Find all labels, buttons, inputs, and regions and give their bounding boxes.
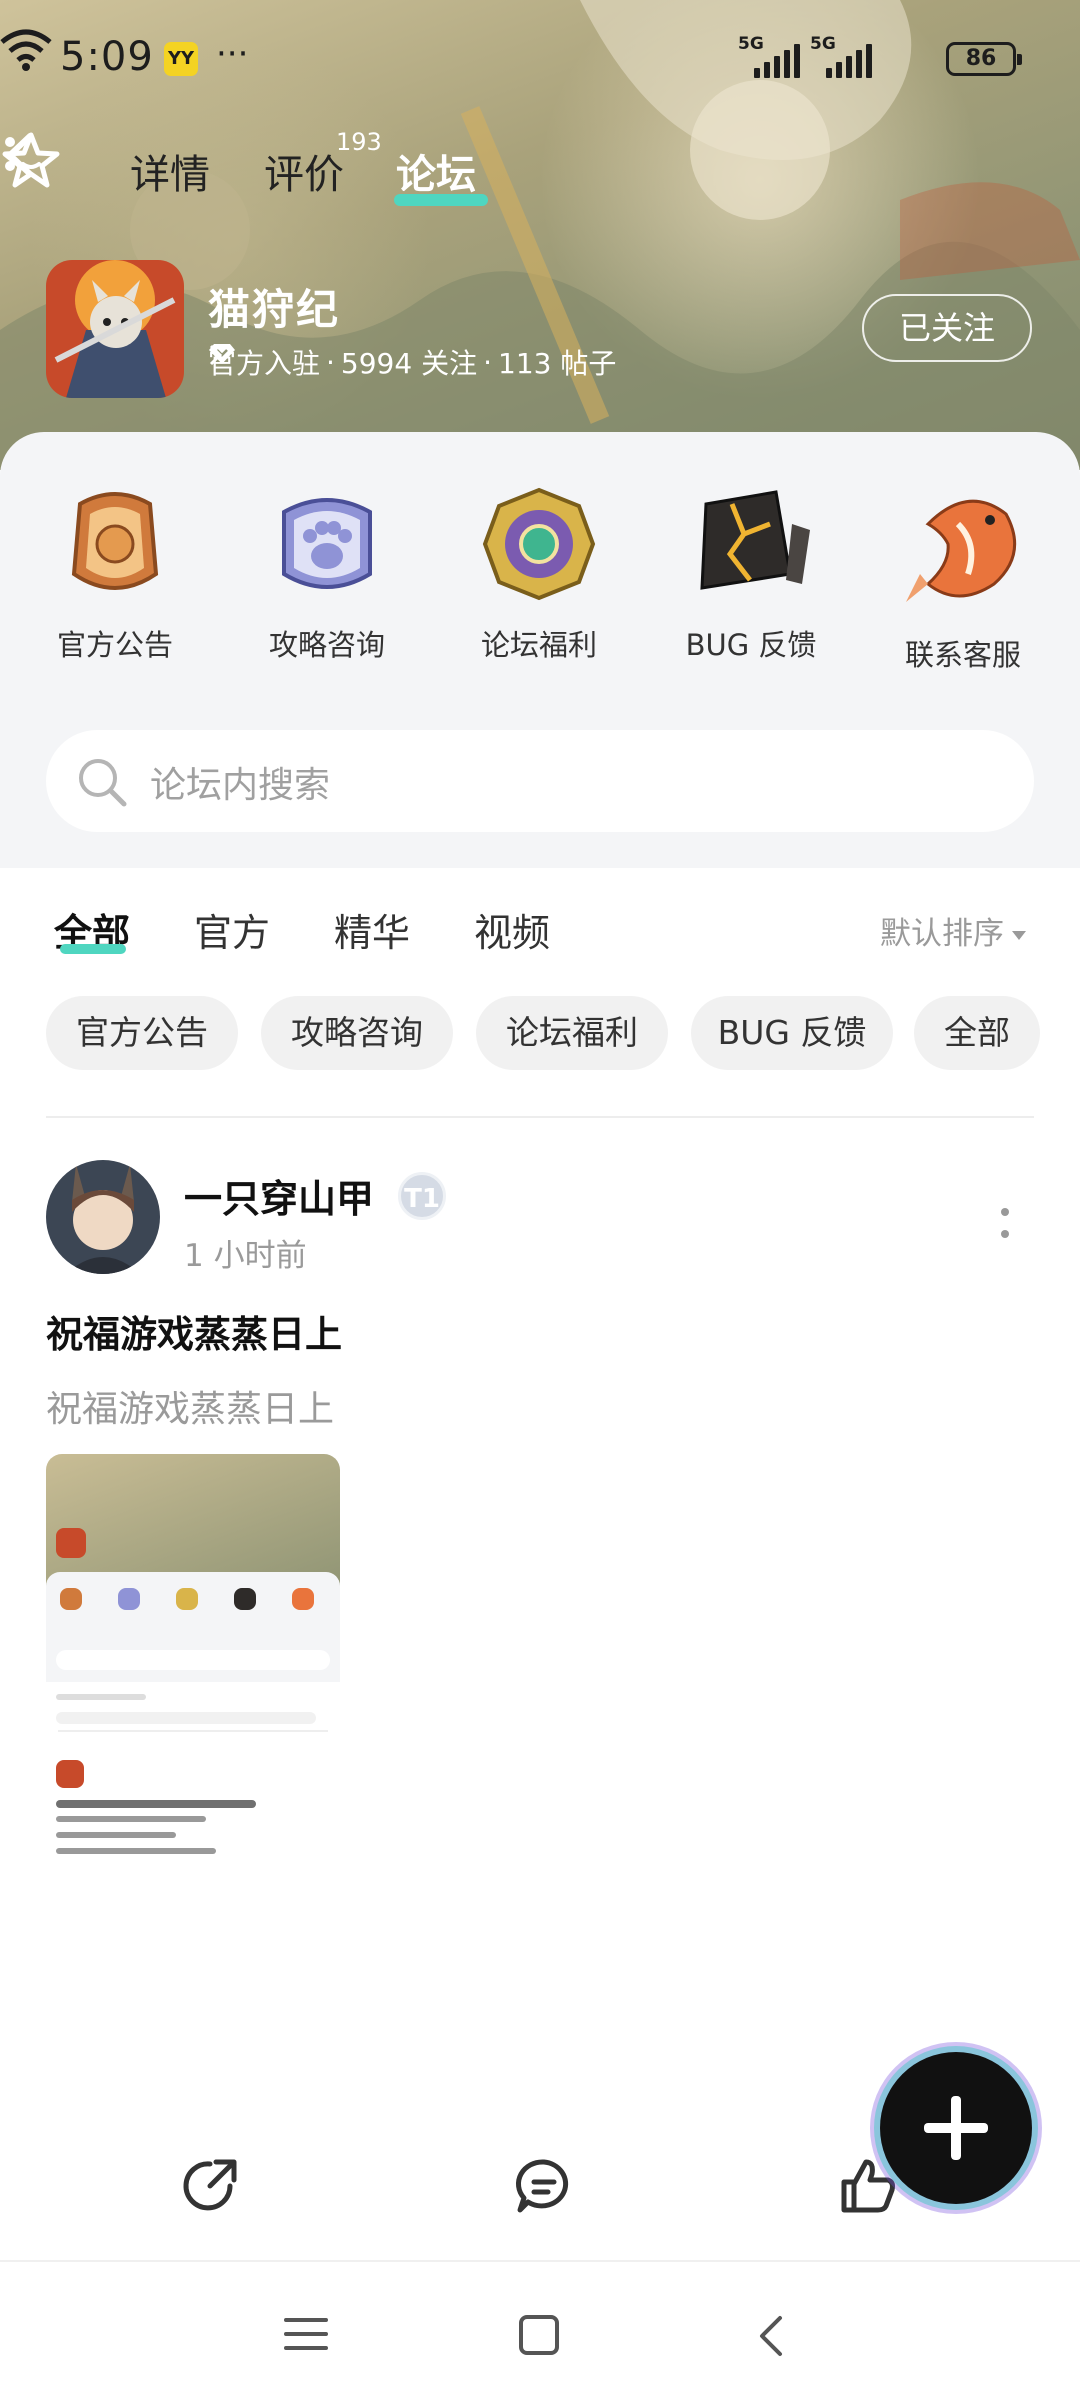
shortcut-benefits[interactable]: 论坛福利 <box>454 484 624 664</box>
content-filter-tabs: 全部 官方 精华 视频 默认排序 <box>0 868 1080 978</box>
battery-indicator: 86 <box>946 42 1022 76</box>
section-divider <box>46 1116 1034 1118</box>
forum-search-bar[interactable]: 论坛内搜索 <box>46 730 1034 832</box>
post-image-thumbnail[interactable] <box>46 1454 340 1866</box>
game-header-banner: 5:09 YY ··· 5G 5G 86 详情 评价 193 论坛 猫狩纪 官方… <box>0 0 1080 470</box>
chevron-right-icon <box>209 344 223 366</box>
tab-official[interactable]: 官方 <box>194 902 270 957</box>
post-body[interactable]: 祝福游戏蒸蒸日上 <box>46 1380 334 1432</box>
paw-badge-icon <box>282 498 372 589</box>
search-placeholder: 论坛内搜索 <box>150 765 331 806</box>
announcement-badge-icon <box>71 492 159 590</box>
reviews-count: 193 <box>336 128 382 156</box>
cracked-stone-icon <box>700 490 810 590</box>
shortcut-customer-service[interactable]: 联系客服 <box>878 484 1048 674</box>
active-tab-indicator <box>394 194 488 206</box>
followers-count: 5994 关注 <box>340 347 478 380</box>
tab-video[interactable]: 视频 <box>474 902 550 957</box>
posts-count[interactable]: 113 帖子 <box>498 342 616 382</box>
wifi-icon <box>0 29 52 71</box>
signal-5g-icon-2: 5G <box>810 34 872 80</box>
category-chips: 官方公告 攻略咨询 论坛福利 BUG 反馈 全部 <box>46 996 1080 1070</box>
gem-medal-icon <box>482 487 596 601</box>
home-square-icon[interactable] <box>518 2314 560 2356</box>
tab-featured[interactable]: 精华 <box>334 902 410 957</box>
signal-5g-icon: 5G <box>738 34 800 80</box>
status-bar: 5:09 YY ··· 5G 5G 86 <box>0 28 1080 92</box>
more-options-icon[interactable] <box>0 130 20 180</box>
post-author-name[interactable]: 一只穿山甲 <box>184 1168 374 1223</box>
post-time: 1 小时前 <box>184 1238 307 1274</box>
game-title: 猫狩纪 <box>208 285 341 334</box>
chip-all[interactable]: 全部 <box>914 996 1040 1070</box>
back-triangle-icon[interactable] <box>756 2314 786 2358</box>
shortcut-bug-report[interactable]: BUG 反馈 <box>666 484 836 664</box>
menu-icon[interactable] <box>284 2314 328 2354</box>
post-more-icon[interactable] <box>998 1204 1012 1244</box>
tab-forum[interactable]: 论坛 <box>396 142 476 200</box>
game-stats: 官方入驻 · 5994 关注 · 113 帖子 <box>208 342 616 382</box>
search-icon <box>79 759 127 807</box>
post-title[interactable]: 祝福游戏蒸蒸日上 <box>46 1304 342 1358</box>
new-post-button[interactable] <box>880 2052 1032 2204</box>
system-navigation-bar <box>0 2260 1080 2401</box>
share-icon[interactable] <box>180 2156 240 2216</box>
status-time: 5:09 <box>60 34 154 80</box>
more-notifications-icon: ··· <box>216 34 249 74</box>
koi-fish-icon <box>906 499 1017 602</box>
chip-guides[interactable]: 攻略咨询 <box>261 996 453 1070</box>
game-app-icon[interactable] <box>46 260 184 398</box>
chip-announcements[interactable]: 官方公告 <box>46 996 238 1070</box>
shortcut-guides[interactable]: 攻略咨询 <box>242 484 412 664</box>
yy-app-icon: YY <box>164 42 198 76</box>
shortcut-announcements[interactable]: 官方公告 <box>30 484 200 664</box>
tab-reviews[interactable]: 评价 <box>264 142 344 200</box>
active-content-tab-indicator <box>60 944 126 954</box>
top-navigation: 详情 评价 193 论坛 <box>0 128 1080 220</box>
forum-shortcuts-panel: 官方公告 攻略咨询 论坛福利 BUG 反馈 联系客服 论坛内搜索 <box>0 432 1080 868</box>
comment-icon[interactable] <box>514 2156 574 2216</box>
author-level-badge: T1 <box>398 1172 446 1220</box>
sort-dropdown[interactable]: 默认排序 <box>880 908 1026 953</box>
chip-bug-report[interactable]: BUG 反馈 <box>691 996 893 1070</box>
follow-button[interactable]: 已关注 <box>862 294 1032 362</box>
chip-benefits[interactable]: 论坛福利 <box>476 996 668 1070</box>
author-avatar[interactable] <box>46 1160 160 1274</box>
app-root: 5:09 YY ··· 5G 5G 86 详情 评价 193 论坛 猫狩纪 官方… <box>0 0 1080 2401</box>
tab-details[interactable]: 详情 <box>130 142 210 200</box>
